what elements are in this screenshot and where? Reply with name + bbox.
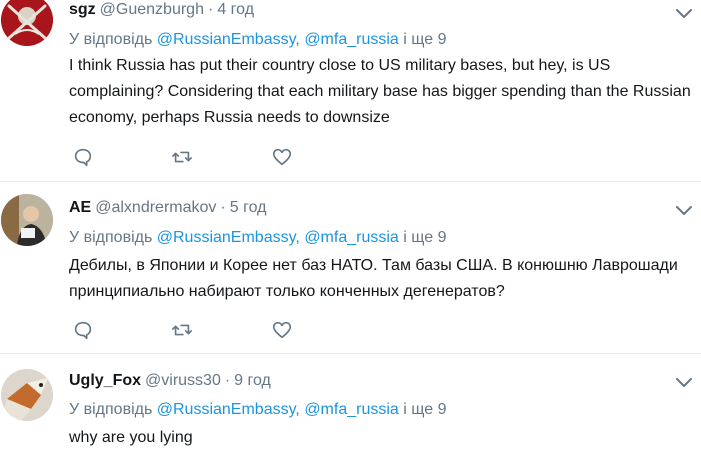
timestamp[interactable]: 4 год <box>217 1 254 18</box>
chevron-down-icon[interactable] <box>675 6 693 20</box>
mention-separator: , <box>295 31 300 48</box>
timestamp[interactable]: 9 год <box>234 372 271 389</box>
mention-link[interactable]: @RussianEmbassy <box>157 31 296 48</box>
retweet-icon <box>172 151 192 163</box>
tweet-feed: sgz @Guenzburgh · 4 год У відповідь @Russia… <box>0 0 701 452</box>
retweet-button[interactable] <box>171 146 195 170</box>
tweet-header: AE @alxndrermakov · 5 год <box>69 197 266 219</box>
reply-prefix: У відповідь <box>69 229 153 246</box>
timestamp[interactable]: 5 год <box>230 199 267 216</box>
more-mentions[interactable]: і ще 9 <box>403 401 446 418</box>
reply-icon <box>74 321 92 340</box>
tweet-text: Дебилы, в Японии и Корее нет баз НАТО. Т… <box>69 257 678 300</box>
mention-link[interactable]: @mfa_russia <box>304 229 399 246</box>
mention-separator: , <box>295 229 300 246</box>
tweet[interactable]: Ugly_Fox @viruss30 · 9 год У відповідь @Rus… <box>0 354 701 452</box>
mention-separator: , <box>295 401 300 418</box>
avatar[interactable] <box>1 194 53 246</box>
tweet-header: sgz @Guenzburgh · 4 год <box>69 0 254 21</box>
reply-context: У відповідь @RussianEmbassy, @mfa_russia… <box>69 29 447 51</box>
avatar[interactable] <box>1 0 53 46</box>
reply-context: У відповідь @RussianEmbassy, @mfa_russia… <box>69 227 447 249</box>
more-mentions[interactable]: і ще 9 <box>403 31 446 48</box>
reply-button[interactable] <box>72 146 96 170</box>
like-button[interactable] <box>271 146 295 170</box>
reply-context: У відповідь @RussianEmbassy, @mfa_russia… <box>69 399 447 421</box>
more-mentions[interactable]: і ще 9 <box>403 229 446 246</box>
separator-dot: · <box>220 199 226 216</box>
like-button[interactable] <box>271 319 295 343</box>
tweet-text: why are you lying <box>69 429 193 446</box>
chevron-down-icon[interactable] <box>675 203 693 217</box>
display-name[interactable]: sgz <box>69 1 96 18</box>
reply-prefix: У відповідь <box>69 31 153 48</box>
username[interactable]: @alxndrermakov <box>95 199 216 216</box>
retweet-button[interactable] <box>171 319 195 343</box>
retweet-icon <box>172 324 192 336</box>
avatar[interactable] <box>1 369 53 421</box>
mention-link[interactable]: @RussianEmbassy <box>157 401 296 418</box>
tweet[interactable]: sgz @Guenzburgh · 4 год У відповідь @Russia… <box>0 0 701 182</box>
reply-prefix: У відповідь <box>69 401 153 418</box>
separator-dot: · <box>224 372 231 389</box>
like-icon <box>272 148 292 166</box>
display-name[interactable]: AE <box>69 199 91 216</box>
mention-link[interactable]: @RussianEmbassy <box>157 229 296 246</box>
like-icon <box>272 321 292 339</box>
reply-icon <box>74 148 92 167</box>
tweet-text: I think Russia has put their country clo… <box>69 57 691 126</box>
chevron-down-icon[interactable] <box>675 375 693 389</box>
username[interactable]: @viruss30 <box>145 372 221 389</box>
tweet[interactable]: AE @alxndrermakov · 5 год У відповідь @Russ… <box>0 182 701 354</box>
mention-link[interactable]: @mfa_russia <box>304 31 399 48</box>
reply-button[interactable] <box>72 319 96 343</box>
tweet-header: Ugly_Fox @viruss30 · 9 год <box>69 370 271 392</box>
username[interactable]: @Guenzburgh <box>100 1 204 18</box>
separator-dot: · <box>207 1 214 18</box>
display-name[interactable]: Ugly_Fox <box>69 372 141 389</box>
mention-link[interactable]: @mfa_russia <box>304 401 399 418</box>
